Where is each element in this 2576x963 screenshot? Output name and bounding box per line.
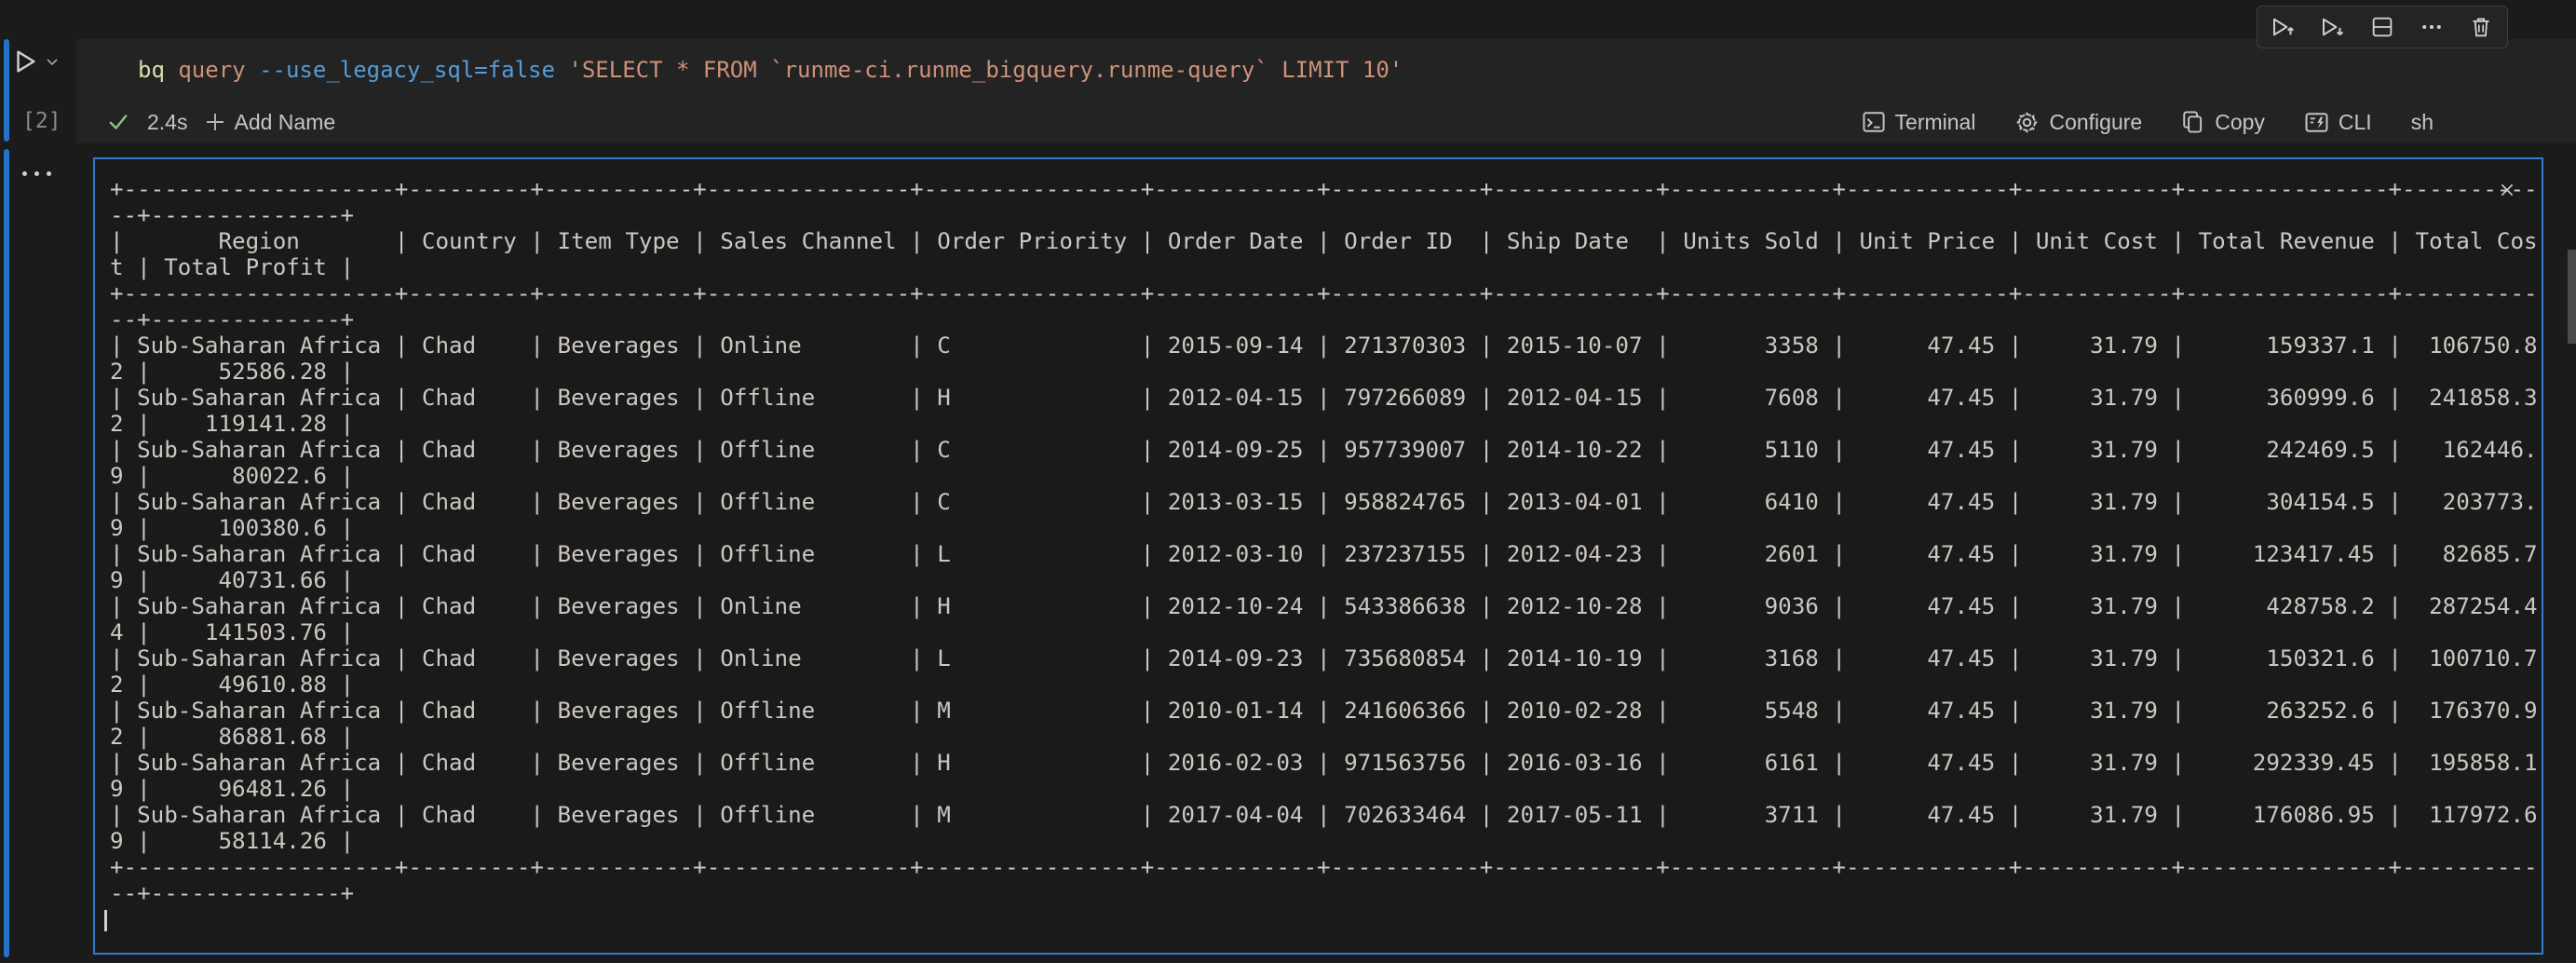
split-cell-button[interactable] [2369,14,2395,40]
terminal-line: +--------------------+---------+--------… [110,854,2538,880]
trash-icon [2468,14,2494,40]
terminal-line: --+--------------+ [110,880,2538,906]
command-editor[interactable]: bq query --use_legacy_sql=false 'SELECT … [76,39,2576,101]
execute-above-button[interactable] [2271,14,2297,40]
success-check-icon [106,110,130,134]
terminal-line: 2 | 119141.28 | [110,411,2538,437]
terminal-line: | Sub-Saharan Africa | Chad | Beverages … [110,802,2538,828]
command-token: bq [138,57,165,83]
close-icon [2498,181,2516,199]
terminal-line: 2 | 49610.88 | [110,671,2538,698]
notebook-cell: bq query --use_legacy_sql=false 'SELECT … [76,39,2576,144]
command-token: query [165,57,246,83]
terminal-line: 4 | 141503.76 | [110,619,2538,645]
play-icon [11,47,39,75]
command-token [246,57,259,83]
terminal-line: --+--------------+ [110,306,2538,332]
terminal-cursor [104,910,107,931]
split-cell-icon [2369,14,2395,40]
copy-action-label: Copy [2215,110,2265,135]
cell-more-dots[interactable] [22,164,60,183]
add-name-label: Add Name [234,110,335,135]
terminal-line: | Sub-Saharan Africa | Chad | Beverages … [110,489,2538,515]
command-token: --use_legacy_sql=false [259,57,555,83]
cell-focus-bar [4,39,9,142]
configure-action-button[interactable]: Configure [2014,110,2142,135]
cli-action-button[interactable]: CLI [2304,110,2372,135]
terminal-cursor-line [110,906,2538,932]
chevron-down-icon[interactable] [45,54,60,69]
cli-icon [2304,110,2329,135]
execution-count-badge: [2] [22,108,61,134]
terminal-line: | Sub-Saharan Africa | Chad | Beverages … [110,698,2538,724]
run-cell-button[interactable] [11,45,60,78]
terminal-line: | Sub-Saharan Africa | Chad | Beverages … [110,332,2538,359]
output-focus-bar [4,149,9,957]
command-token: 'SELECT * FROM `runme-ci.runme_bigquery.… [555,57,1403,83]
terminal-line: 9 | 100380.6 | [110,515,2538,541]
terminal-line: | Sub-Saharan Africa | Chad | Beverages … [110,750,2538,776]
terminal-line: | Region | Country | Item Type | Sales C… [110,228,2538,254]
terminal-line: +--------------------+---------+--------… [110,176,2538,202]
plus-icon [204,111,226,133]
terminal-line: +--------------------+---------+--------… [110,280,2538,306]
add-name-button[interactable]: Add Name [204,110,335,135]
terminal-action-label: Terminal [1895,110,1976,135]
terminal-output-panel[interactable]: +--------------------+---------+--------… [93,157,2543,955]
more-actions-icon [2419,14,2445,40]
terminal-line: 2 | 86881.68 | [110,724,2538,750]
terminal-line: t | Total Profit | [110,254,2538,280]
cell-status-bar: 2.4s Add Name Terminal Configure [76,101,2576,144]
scrollbar-thumb[interactable] [2568,250,2576,344]
terminal-line: | Sub-Saharan Africa | Chad | Beverages … [110,385,2538,411]
terminal-action-button[interactable]: Terminal [1862,110,1976,135]
cli-action-label: CLI [2339,110,2372,135]
more-actions-button[interactable] [2419,14,2445,40]
cell-toolbar [2257,6,2508,48]
close-output-button[interactable] [2497,180,2517,200]
terminal-line: | Sub-Saharan Africa | Chad | Beverages … [110,437,2538,463]
terminal-line: 9 | 96481.26 | [110,776,2538,802]
copy-action-button[interactable]: Copy [2181,110,2265,135]
terminal-line: 9 | 40731.66 | [110,567,2538,593]
configure-action-label: Configure [2049,110,2142,135]
duration-label: 2.4s [147,110,187,135]
copy-icon [2181,110,2205,134]
terminal-output: +--------------------+---------+--------… [110,176,2538,932]
execute-below-button[interactable] [2320,14,2346,40]
execute-below-icon [2319,13,2347,41]
gear-icon [2014,110,2040,135]
terminal-line: --+--------------+ [110,202,2538,228]
terminal-line: | Sub-Saharan Africa | Chad | Beverages … [110,593,2538,619]
terminal-line: | Sub-Saharan Africa | Chad | Beverages … [110,645,2538,671]
terminal-line: 9 | 58114.26 | [110,828,2538,854]
command-line[interactable]: bq query --use_legacy_sql=false 'SELECT … [138,39,1403,101]
terminal-icon [1862,110,1886,134]
terminal-line: 2 | 52586.28 | [110,359,2538,385]
delete-cell-button[interactable] [2468,14,2494,40]
terminal-line: 9 | 80022.6 | [110,463,2538,489]
language-badge: sh [2411,110,2434,135]
terminal-line: | Sub-Saharan Africa | Chad | Beverages … [110,541,2538,567]
execute-above-icon [2270,13,2298,41]
